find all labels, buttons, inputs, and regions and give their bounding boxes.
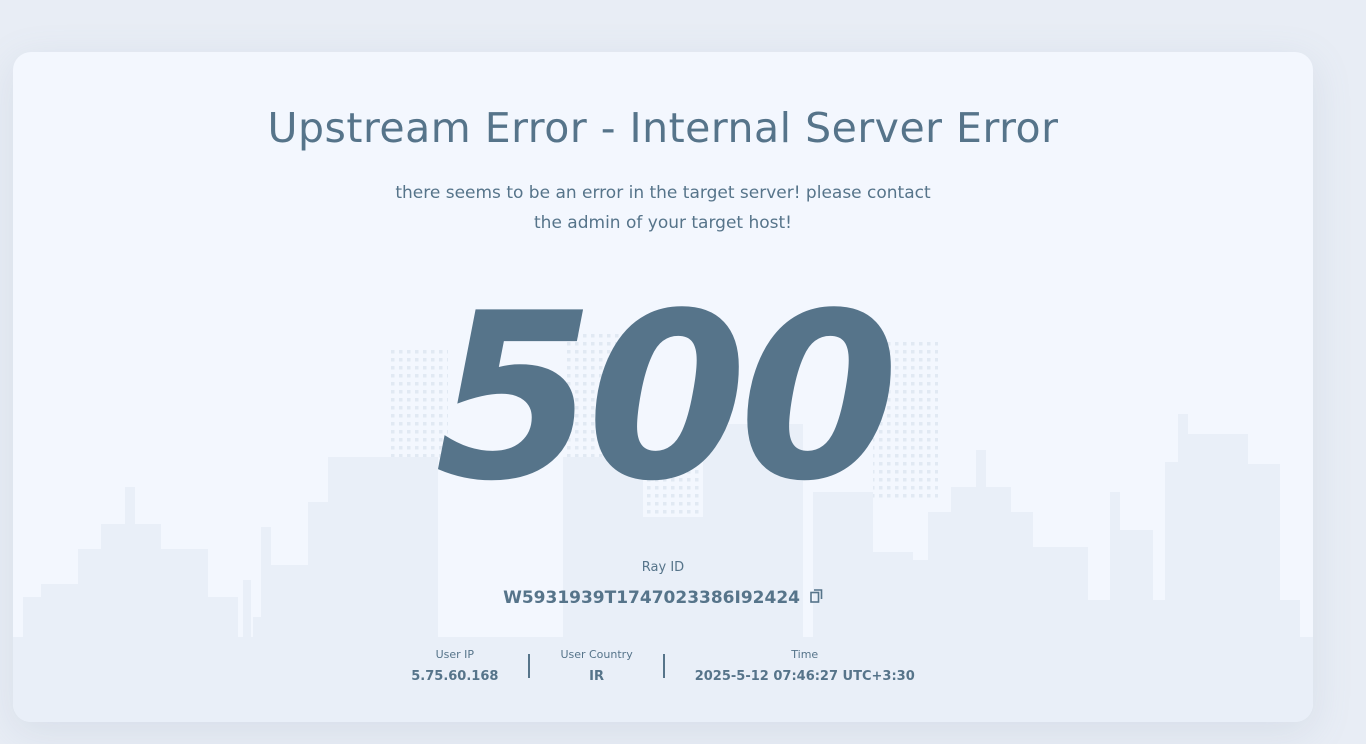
time-block: Time 2025-5-12 07:46:27 UTC+3:30 xyxy=(665,648,945,684)
ray-id-row: W5931939T1747023386I92424 xyxy=(13,588,1313,608)
error-card: Upstream Error - Internal Server Error t… xyxy=(13,52,1313,722)
copy-icon[interactable] xyxy=(810,588,823,608)
ray-id-value: W5931939T1747023386I92424 xyxy=(503,588,800,608)
error-code: 500 xyxy=(434,265,899,532)
error-message: there seems to be an error in the target… xyxy=(383,178,943,238)
time-value: 2025-5-12 07:46:27 UTC+3:30 xyxy=(694,669,915,684)
user-country-label: User Country xyxy=(560,648,633,661)
user-country-block: User Country IR xyxy=(530,648,662,684)
page-title: Upstream Error - Internal Server Error xyxy=(267,104,1059,152)
user-ip-label: User IP xyxy=(435,648,475,661)
user-ip-value: 5.75.60.168 xyxy=(411,669,499,684)
error-message-line-2: the admin of your target host! xyxy=(534,213,792,233)
user-country-value: IR xyxy=(589,669,604,684)
error-message-line-1: there seems to be an error in the target… xyxy=(395,183,931,203)
time-label: Time xyxy=(791,648,819,661)
user-ip-block: User IP 5.75.60.168 xyxy=(381,648,528,684)
ray-id-label: Ray ID xyxy=(641,560,685,575)
request-details: User IP 5.75.60.168 User Country IR Time… xyxy=(13,648,1313,684)
